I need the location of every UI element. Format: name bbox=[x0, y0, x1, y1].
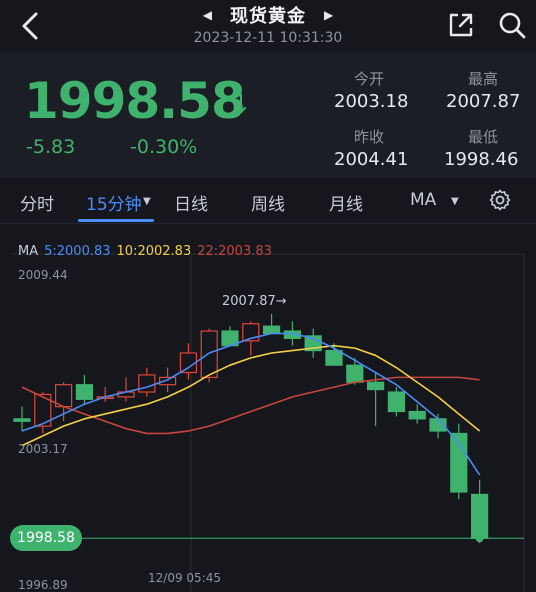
down-arrow-icon: ↓ bbox=[230, 90, 252, 120]
kline-chart[interactable]: MA 5:2000.83 10:2002.83 22:2003.83 2009.44 … bbox=[0, 224, 536, 592]
tab-weekly[interactable]: 周线 bbox=[251, 190, 285, 215]
tab-daily[interactable]: 日线 bbox=[174, 190, 208, 215]
candle-body bbox=[138, 374, 156, 393]
open-value: 2003.18 bbox=[334, 91, 409, 112]
ma5-legend: 5:2000.83 bbox=[44, 244, 111, 259]
ma-legend-title: MA bbox=[18, 244, 39, 259]
candle-body bbox=[200, 330, 218, 378]
candle-body bbox=[471, 493, 489, 539]
tab-intraday[interactable]: 分时 bbox=[20, 190, 54, 215]
candle-body bbox=[13, 418, 31, 422]
x-axis-date-label: 12/09 05:45 bbox=[148, 571, 221, 585]
tab-ma[interactable]: MA bbox=[410, 190, 436, 210]
candle-body bbox=[387, 391, 405, 413]
active-tab-indicator bbox=[78, 219, 154, 222]
candle-body bbox=[367, 381, 385, 391]
page-title: 现货黄金 bbox=[230, 6, 306, 27]
y-axis-top-label: 2009.44 bbox=[18, 268, 68, 282]
candle-body bbox=[346, 364, 364, 383]
prev-close-label: 昨收 bbox=[354, 128, 385, 146]
title-block: ◀ 现货黄金 ▶ 2023-12-11 10:31:30 bbox=[150, 2, 386, 50]
candle-body bbox=[75, 384, 94, 400]
ma22-legend: 22:2003.83 bbox=[197, 244, 272, 259]
price-change: -5.83 bbox=[26, 136, 76, 158]
open-label: 今开 bbox=[354, 70, 385, 88]
high-value: 2007.87 bbox=[446, 91, 521, 112]
price-change-percent: -0.30% bbox=[130, 136, 198, 158]
y-axis-bottom-label: 1996.89 bbox=[18, 578, 68, 592]
share-icon[interactable] bbox=[446, 10, 476, 40]
chevron-down-icon[interactable]: ▼ bbox=[143, 196, 151, 207]
search-icon[interactable] bbox=[496, 9, 528, 41]
candle-body bbox=[263, 325, 281, 335]
ma-legend: MA 5:2000.83 10:2002.83 22:2003.83 bbox=[18, 244, 278, 259]
candle-body bbox=[408, 410, 426, 420]
prev-close-value: 2004.41 bbox=[334, 149, 409, 170]
quote-timestamp: 2023-12-11 10:31:30 bbox=[193, 30, 343, 46]
tab-monthly[interactable]: 月线 bbox=[329, 190, 363, 215]
last-price-tag: 1998.58 bbox=[10, 525, 82, 552]
last-price-dot bbox=[475, 534, 484, 543]
top-nav-bar: ◀ 现货黄金 ▶ 2023-12-11 10:31:30 bbox=[0, 0, 536, 52]
ma10-legend: 10:2002.83 bbox=[116, 244, 192, 259]
low-value: 1998.46 bbox=[444, 149, 519, 170]
ma-dropdown-icon[interactable]: ▼ bbox=[451, 196, 459, 207]
next-triangle-icon[interactable]: ▶ bbox=[324, 8, 333, 22]
gear-icon[interactable] bbox=[488, 188, 512, 212]
high-label: 最高 bbox=[468, 70, 499, 88]
back-arrow-icon[interactable] bbox=[14, 8, 50, 44]
candle-body bbox=[325, 349, 343, 366]
prev-triangle-icon[interactable]: ◀ bbox=[203, 8, 212, 22]
quote-panel: 1998.58 ↓ -5.83 -0.30% 今开 2003.18 最高 200… bbox=[0, 52, 536, 178]
current-price: 1998.58 bbox=[24, 72, 246, 130]
tab-15min[interactable]: 15分钟 bbox=[86, 190, 142, 215]
y-axis-mid-label: 2003.17 bbox=[18, 442, 68, 456]
high-marker-label: 2007.87→ bbox=[222, 294, 287, 309]
low-label: 最低 bbox=[468, 128, 499, 146]
period-tabs: 分时 15分钟 ▼ 日线 周线 月线 MA ▼ bbox=[0, 178, 536, 224]
